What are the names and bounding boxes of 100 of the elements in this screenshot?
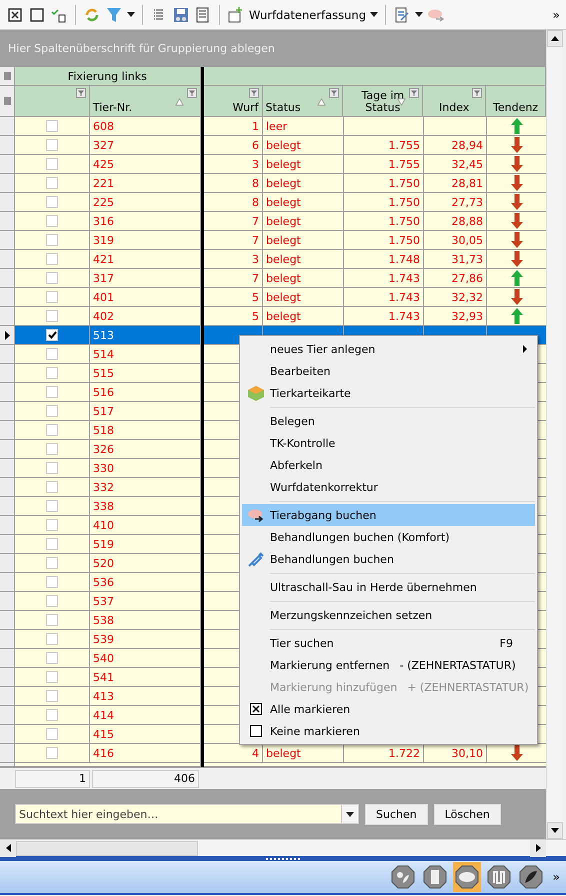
menu-item[interactable]: Wurfdatenkorrektur <box>242 476 535 498</box>
table-row[interactable]: 327 6 belegt 1.755 28,94 <box>0 136 546 155</box>
column-chooser-icon[interactable] <box>0 67 15 86</box>
menu-item[interactable]: Behandlungen buchen (Komfort) <box>242 526 535 548</box>
checkbox[interactable] <box>46 671 58 683</box>
checkbox[interactable] <box>46 272 58 284</box>
horizontal-scrollbar[interactable] <box>0 839 566 856</box>
checkbox[interactable] <box>46 177 58 189</box>
checkbox[interactable] <box>46 595 58 607</box>
checkbox[interactable] <box>46 443 58 455</box>
table-row[interactable]: 317 7 belegt 1.743 27,86 <box>0 269 546 288</box>
menu-item[interactable]: TK-Kontrolle <box>242 432 535 454</box>
scroll-left-icon[interactable] <box>6 844 10 852</box>
table-cell: 317 <box>90 269 201 288</box>
checkbox[interactable] <box>46 310 58 322</box>
table-cell: 316 <box>90 212 201 231</box>
scroll-up-icon[interactable] <box>551 36 559 41</box>
checkbox[interactable] <box>46 405 58 417</box>
clear-button[interactable]: Löschen <box>434 804 501 824</box>
checkbox[interactable] <box>46 215 58 227</box>
checkbox[interactable] <box>46 576 58 588</box>
checkbox[interactable] <box>46 519 58 531</box>
menu-item[interactable]: Behandlungen buchen <box>242 548 535 570</box>
column-chooser-icon[interactable] <box>0 86 15 117</box>
menu-item[interactable]: Tierabgang buchen <box>242 504 535 526</box>
checkbox[interactable] <box>46 557 58 569</box>
table-row[interactable]: 316 7 belegt 1.750 28,88 <box>0 212 546 231</box>
table-row[interactable]: 421 3 belegt 1.748 31,73 <box>0 250 546 269</box>
filter-icon[interactable] <box>329 88 340 98</box>
table-cell: 414 <box>90 706 201 725</box>
column-header[interactable]: Wurf <box>204 86 263 117</box>
table-cell: 541 <box>90 668 201 687</box>
save-icon[interactable] <box>172 6 190 24</box>
checkbox[interactable] <box>46 690 58 702</box>
column-header[interactable]: Status <box>262 86 344 117</box>
column-header[interactable]: Index <box>423 86 486 117</box>
column-header[interactable]: Tage im Status <box>343 86 424 117</box>
table-cell: 338 <box>90 497 201 516</box>
caret-icon[interactable] <box>346 812 354 816</box>
filter-icon[interactable] <box>409 88 420 98</box>
menu-item[interactable]: Bearbeiten <box>242 360 535 382</box>
checkbox[interactable] <box>46 481 58 493</box>
scroll-right-icon[interactable] <box>536 844 540 852</box>
checkbox[interactable] <box>46 747 58 759</box>
edit-document-icon[interactable] <box>393 6 412 24</box>
filter-icon[interactable] <box>76 88 86 98</box>
menu-item[interactable]: Tier suchen F9 <box>242 632 535 654</box>
table-row[interactable]: 425 3 belegt 1.755 32,45 <box>0 155 546 174</box>
table-cell: 421 <box>90 250 201 269</box>
checkbox[interactable] <box>46 234 58 246</box>
row-selector[interactable] <box>0 326 15 345</box>
checkbox[interactable] <box>46 291 58 303</box>
checkbox[interactable] <box>46 367 58 379</box>
checkbox[interactable] <box>46 196 58 208</box>
overflow-chevron[interactable]: » <box>552 871 560 883</box>
checkbox[interactable] <box>46 120 58 132</box>
table-cell: 6 <box>204 136 263 155</box>
new-document-icon[interactable] <box>227 6 245 24</box>
filter-icon[interactable] <box>248 88 259 98</box>
menu-item[interactable]: Keine markieren <box>242 720 535 742</box>
checkbox[interactable] <box>46 158 58 170</box>
caret-icon[interactable] <box>415 12 424 17</box>
table-row[interactable]: 319 7 belegt 1.750 30,05 <box>0 231 546 250</box>
module-tab[interactable] <box>452 862 481 892</box>
table-row[interactable]: 401 5 belegt 1.743 32,32 <box>0 288 546 307</box>
checkbox[interactable] <box>46 709 58 721</box>
checkbox[interactable] <box>46 614 58 626</box>
close-box-icon[interactable] <box>6 6 24 24</box>
menu-item[interactable]: Abferkeln <box>242 454 535 476</box>
menu-item[interactable]: Alle markieren <box>242 698 535 720</box>
checkbox[interactable] <box>46 728 58 740</box>
filter-icon[interactable] <box>472 88 482 98</box>
filter-icon[interactable] <box>186 88 197 98</box>
checkbox[interactable] <box>46 329 58 341</box>
table-row[interactable]: 225 8 belegt 1.750 27,73 <box>0 193 546 212</box>
checkbox[interactable] <box>46 424 58 436</box>
checkbox[interactable] <box>46 386 58 398</box>
checkbox[interactable] <box>46 139 58 151</box>
empty-box-icon[interactable] <box>28 6 46 24</box>
table-row[interactable]: 608 1 leer <box>0 117 546 136</box>
column-header[interactable]: Tendenz <box>486 86 546 117</box>
checkbox[interactable] <box>46 652 58 664</box>
overflow-chevron[interactable]: » <box>552 8 560 20</box>
caret-icon[interactable] <box>370 12 378 17</box>
checkbox[interactable] <box>46 253 58 265</box>
column-header[interactable]: Tier-Nr. <box>90 86 201 117</box>
checkbox[interactable] <box>46 348 58 360</box>
table-row[interactable]: 416 4 belegt 1.722 30,10 <box>0 744 546 763</box>
scroll-down-icon[interactable] <box>551 828 559 833</box>
table-row[interactable]: 221 8 belegt 1.750 28,81 <box>0 174 546 193</box>
checkbox[interactable] <box>46 538 58 550</box>
menu-item[interactable]: Tierkarteikarte <box>242 382 535 404</box>
vertical-scrollbar[interactable] <box>546 30 563 839</box>
checkbox[interactable] <box>46 633 58 645</box>
checkbox[interactable] <box>46 462 58 474</box>
caret-icon[interactable] <box>127 12 135 17</box>
view-dropdown[interactable]: Wurfdatenerfassung <box>249 8 378 22</box>
table-row[interactable]: 402 5 belegt 1.743 32,93 <box>0 307 546 326</box>
search-button[interactable]: Suchen <box>365 804 428 824</box>
checkbox[interactable] <box>46 500 58 512</box>
